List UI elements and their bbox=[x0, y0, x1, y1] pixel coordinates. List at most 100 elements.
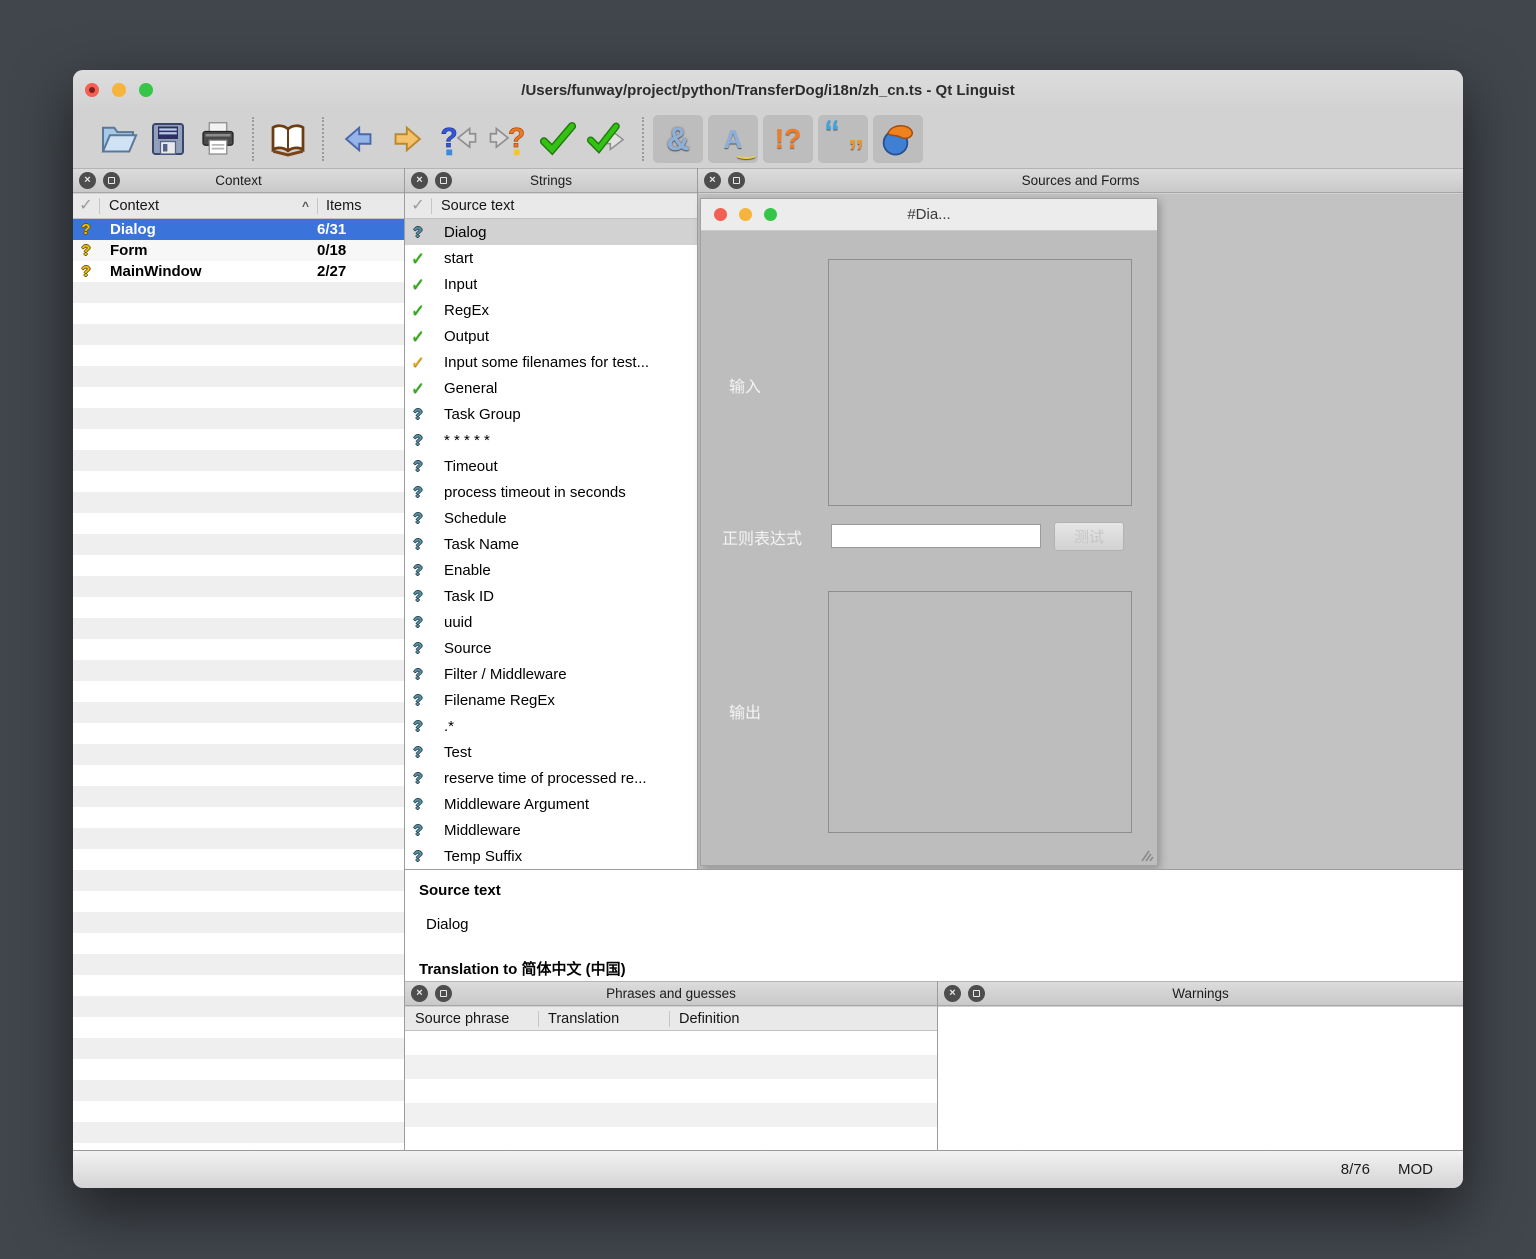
string-row[interactable]: ?.* bbox=[405, 713, 697, 739]
close-dock-icon[interactable]: × bbox=[79, 172, 96, 189]
string-row[interactable]: ?* * * * * bbox=[405, 427, 697, 453]
string-row[interactable]: ✓Input bbox=[405, 271, 697, 297]
accelerators-toggle[interactable]: & bbox=[653, 115, 703, 163]
ending-punctuation-toggle[interactable]: !? bbox=[763, 115, 813, 163]
unfinished-question-icon: ? bbox=[405, 849, 431, 864]
done-and-next-icon bbox=[586, 118, 630, 160]
close-window-button[interactable] bbox=[85, 83, 99, 97]
string-row[interactable]: ?Task Name bbox=[405, 531, 697, 557]
done-button[interactable] bbox=[533, 115, 583, 163]
items-column-label[interactable]: Items bbox=[318, 198, 404, 214]
resize-grip-icon[interactable] bbox=[1138, 848, 1154, 862]
window-title: /Users/funway/project/python/TransferDog… bbox=[73, 82, 1463, 99]
string-row[interactable]: ?Enable bbox=[405, 557, 697, 583]
context-items-count: 2/27 bbox=[317, 263, 404, 280]
regex-label: 正则表达式 bbox=[722, 525, 802, 549]
float-dock-icon[interactable] bbox=[435, 172, 452, 189]
string-row[interactable]: ?Dialog bbox=[405, 219, 697, 245]
string-row[interactable]: ✓General bbox=[405, 375, 697, 401]
close-dock-icon[interactable]: × bbox=[411, 985, 428, 1002]
string-row[interactable]: ✓start bbox=[405, 245, 697, 271]
next-arrow-icon bbox=[389, 120, 427, 158]
string-row[interactable]: ?Temp Suffix bbox=[405, 843, 697, 869]
unfinished-question-icon: ? bbox=[405, 745, 431, 760]
string-row[interactable]: ?Schedule bbox=[405, 505, 697, 531]
phrases-column-label[interactable]: Source phrase bbox=[405, 1011, 538, 1027]
string-row[interactable]: ?process timeout in seconds bbox=[405, 479, 697, 505]
input-label: 输入 bbox=[729, 373, 761, 397]
progress-counter: 8/76 bbox=[1341, 1161, 1370, 1178]
string-source-text: RegEx bbox=[431, 302, 489, 319]
surrounding-whitespace-toggle[interactable]: A‿ bbox=[708, 115, 758, 163]
string-row[interactable]: ?Test bbox=[405, 739, 697, 765]
sources-dock-title: Sources and Forms bbox=[698, 173, 1463, 188]
prev-unfinished-button[interactable]: ? bbox=[433, 115, 483, 163]
context-column-header[interactable]: ✓ Context ^ Items bbox=[73, 194, 404, 219]
source-text-value: Dialog bbox=[426, 916, 469, 933]
next-unfinished-button[interactable]: ? bbox=[483, 115, 533, 163]
phrases-column-label[interactable]: Definition bbox=[670, 1011, 937, 1027]
string-row[interactable]: ?Middleware Argument bbox=[405, 791, 697, 817]
close-dock-icon[interactable]: × bbox=[704, 172, 721, 189]
string-row[interactable]: ✓Output bbox=[405, 323, 697, 349]
phrases-dock-title: Phrases and guesses bbox=[405, 986, 937, 1001]
context-row[interactable]: ?Dialog6/31 bbox=[73, 219, 404, 240]
phrases-list-empty-area[interactable] bbox=[405, 1031, 937, 1150]
context-row[interactable]: ?Form0/18 bbox=[73, 240, 404, 261]
source-text-column-label[interactable]: Source text bbox=[432, 198, 514, 214]
string-row[interactable]: ?Middleware bbox=[405, 817, 697, 843]
phrase-matches-toggle[interactable]: “” bbox=[818, 115, 868, 163]
string-source-text: process timeout in seconds bbox=[431, 484, 626, 501]
accelerators-icon: & bbox=[666, 123, 689, 155]
float-dock-icon[interactable] bbox=[103, 172, 120, 189]
close-dock-icon[interactable]: × bbox=[411, 172, 428, 189]
string-row[interactable]: ?Task Group bbox=[405, 401, 697, 427]
preview-title: #Dia... bbox=[701, 206, 1157, 223]
float-dock-icon[interactable] bbox=[728, 172, 745, 189]
string-row[interactable]: ?Task ID bbox=[405, 583, 697, 609]
unfinished-question-icon: ? bbox=[405, 485, 431, 500]
strings-column-header[interactable]: ✓ Source text bbox=[405, 194, 697, 219]
unfinished-question-icon: ? bbox=[405, 563, 431, 578]
done-check-icon: ✓ bbox=[405, 328, 431, 345]
toolbar: ? ? & bbox=[73, 110, 1463, 168]
unfinished-question-icon: ? bbox=[405, 589, 431, 604]
string-row[interactable]: ✓Input some filenames for test... bbox=[405, 349, 697, 375]
save-button[interactable] bbox=[143, 115, 193, 163]
float-dock-icon[interactable] bbox=[968, 985, 985, 1002]
string-source-text: Input some filenames for test... bbox=[431, 354, 649, 371]
titlebar[interactable]: /Users/funway/project/python/TransferDog… bbox=[73, 70, 1463, 110]
unfinished-question-icon: ? bbox=[405, 433, 431, 448]
string-row[interactable]: ?Filter / Middleware bbox=[405, 661, 697, 687]
context-row[interactable]: ?MainWindow2/27 bbox=[73, 261, 404, 282]
context-items-count: 6/31 bbox=[317, 221, 404, 238]
string-row[interactable]: ?Timeout bbox=[405, 453, 697, 479]
prev-button[interactable] bbox=[333, 115, 383, 163]
phrases-column-header[interactable]: Source phraseTranslationDefinition bbox=[405, 1007, 937, 1031]
print-button[interactable] bbox=[193, 115, 243, 163]
unfinished-question-icon: ? bbox=[405, 719, 431, 734]
close-dock-icon[interactable]: × bbox=[944, 985, 961, 1002]
context-list-empty-area[interactable] bbox=[73, 282, 404, 1150]
regex-input[interactable] bbox=[831, 524, 1041, 548]
done-and-next-button[interactable] bbox=[583, 115, 633, 163]
warnings-dock-title: Warnings bbox=[938, 986, 1463, 1001]
string-row[interactable]: ?uuid bbox=[405, 609, 697, 635]
open-button[interactable] bbox=[93, 115, 143, 163]
strings-list: ?Dialog✓start✓Input✓RegEx✓Output✓Input s… bbox=[405, 219, 697, 869]
string-row[interactable]: ✓RegEx bbox=[405, 297, 697, 323]
phrasebook-button[interactable] bbox=[263, 115, 313, 163]
minimize-window-button[interactable] bbox=[112, 83, 126, 97]
phrases-column-label[interactable]: Translation bbox=[539, 1011, 669, 1027]
done-check-icon: ✓ bbox=[405, 302, 431, 319]
next-button[interactable] bbox=[383, 115, 433, 163]
float-dock-icon[interactable] bbox=[435, 985, 452, 1002]
string-row[interactable]: ?Source bbox=[405, 635, 697, 661]
string-source-text: Temp Suffix bbox=[431, 848, 522, 865]
zoom-window-button[interactable] bbox=[139, 83, 153, 97]
string-row[interactable]: ?reserve time of processed re... bbox=[405, 765, 697, 791]
context-column-label: Context bbox=[109, 198, 159, 214]
string-source-text: Timeout bbox=[431, 458, 498, 475]
place-markers-toggle[interactable] bbox=[873, 115, 923, 163]
string-row[interactable]: ?Filename RegEx bbox=[405, 687, 697, 713]
